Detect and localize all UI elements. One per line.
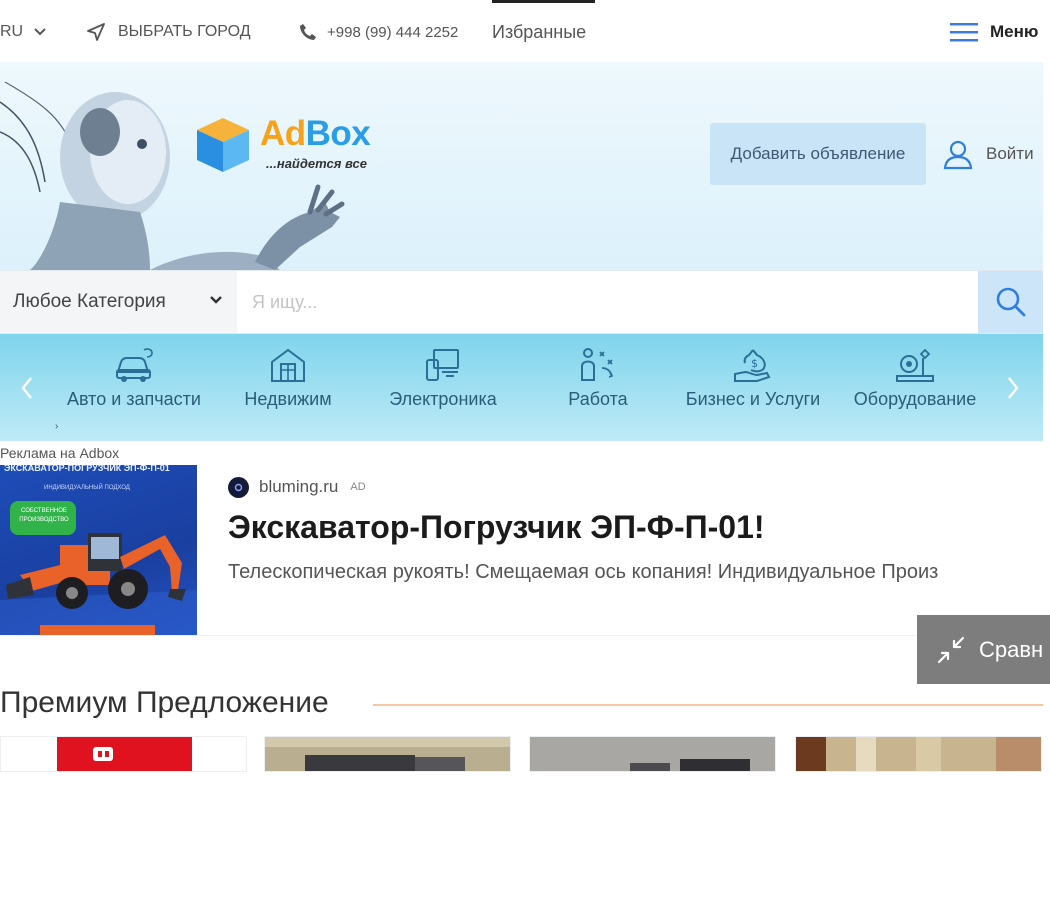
- excavator-illustration: [0, 533, 197, 635]
- ad-tag: AD: [350, 481, 366, 493]
- premium-card[interactable]: [264, 736, 511, 772]
- chevron-right-icon: [1008, 377, 1019, 399]
- category-label: Работа: [568, 389, 628, 409]
- premium-section-title: Премиум Предложение: [0, 686, 329, 719]
- hero-banner: AdBox ...найдется все Добавить объявлени…: [0, 62, 1043, 270]
- language-label: RU: [0, 23, 24, 40]
- phone-icon: [300, 24, 316, 40]
- ad-block[interactable]: ЭКСКАВАТОР-ПОГРУЗЧИК ЭП-Ф-П-01 ИНДИВИДУА…: [0, 465, 1050, 636]
- ad-description: Телескопическая рукоять! Смещаемая ось к…: [228, 561, 939, 583]
- premium-card[interactable]: [795, 736, 1042, 772]
- language-selector[interactable]: RU: [0, 20, 47, 44]
- category-electronics[interactable]: Электроника: [368, 346, 518, 411]
- category-business[interactable]: $ Бизнес и Услуги: [678, 346, 828, 411]
- ad-site[interactable]: bluming.ru AD: [228, 476, 366, 498]
- devices-icon: [426, 349, 459, 381]
- compare-button[interactable]: Сравн: [917, 615, 1050, 684]
- category-label: Недвижим: [244, 389, 332, 409]
- chevron-down-icon: [210, 296, 222, 304]
- ad-site-name: bluming.ru: [259, 477, 339, 496]
- premium-card[interactable]: [529, 736, 776, 772]
- logo-cube-icon: [197, 118, 249, 172]
- carousel-marker: ›: [55, 421, 59, 432]
- favorites-label: Избранные: [492, 21, 587, 42]
- favorites-link[interactable]: Избранные: [492, 20, 586, 44]
- svg-text:$: $: [751, 357, 758, 370]
- category-select[interactable]: Любое Категория: [0, 271, 237, 333]
- city-selector[interactable]: ВЫБРАТЬ ГОРОД: [86, 20, 251, 44]
- car-icon: [116, 348, 153, 382]
- card-thumbnail: [1, 737, 246, 771]
- work-icon: [581, 348, 614, 381]
- login-label: Войти: [986, 144, 1034, 163]
- ad-title[interactable]: Экскаватор-Погрузчик ЭП-Ф-П-01!: [228, 509, 765, 546]
- premium-card[interactable]: [0, 736, 247, 772]
- compare-label: Сравн: [979, 636, 1044, 662]
- menu-button[interactable]: Меню: [950, 20, 1038, 44]
- category-auto[interactable]: Авто и запчасти: [59, 346, 209, 411]
- user-icon: [943, 140, 973, 170]
- category-label: Электроника: [389, 389, 497, 409]
- ad-image[interactable]: ЭКСКАВАТОР-ПОГРУЗЧИК ЭП-Ф-П-01 ИНДИВИДУА…: [0, 465, 197, 635]
- category-label: Авто и запчасти: [67, 389, 201, 409]
- search-button[interactable]: [978, 271, 1043, 333]
- money-bag-icon: $: [734, 349, 771, 382]
- ad-label: Реклама на Adbox: [0, 445, 120, 461]
- login-link[interactable]: Войти: [942, 138, 1034, 170]
- search-input[interactable]: [238, 271, 978, 333]
- card-thumbnail: [265, 737, 510, 771]
- logo-tagline: ...найдется все: [266, 156, 367, 171]
- phone-link[interactable]: +998 (99) 444 2252: [299, 20, 458, 44]
- equipment-icon: [896, 348, 934, 382]
- carousel-prev-button[interactable]: [16, 374, 38, 402]
- chevron-left-icon: [21, 377, 32, 399]
- search-bar: Любое Категория: [0, 270, 1043, 334]
- category-label: Оборудование: [853, 389, 977, 409]
- logo[interactable]: AdBox: [260, 114, 371, 154]
- card-thumbnail: [530, 737, 775, 771]
- category-select-value: Любое Категория: [13, 291, 166, 312]
- category-equipment[interactable]: Оборудование: [840, 346, 990, 411]
- search-icon: [996, 287, 1025, 317]
- phone-number: +998 (99) 444 2252: [327, 23, 459, 41]
- favorites-indicator: [492, 0, 595, 3]
- house-icon: [271, 348, 305, 382]
- premium-cards: [0, 736, 1043, 772]
- category-carousel: Авто и запчасти Недвижим Электроника Раб…: [0, 334, 1043, 441]
- compare-arrows-icon: [937, 636, 965, 663]
- category-real-estate[interactable]: Недвижим: [213, 346, 363, 411]
- site-favicon-icon: [228, 476, 249, 498]
- chevron-down-icon: [34, 28, 46, 36]
- logo-box: Box: [305, 114, 371, 153]
- category-work[interactable]: Работа: [523, 346, 673, 411]
- city-label: ВЫБРАТЬ ГОРОД: [118, 23, 251, 40]
- logo-ad: Ad: [260, 114, 306, 153]
- add-ad-button[interactable]: Добавить объявление: [710, 123, 926, 185]
- premium-divider: [373, 704, 1043, 706]
- card-thumbnail: [796, 737, 1041, 771]
- category-label: Бизнес и Услуги: [685, 389, 821, 409]
- hamburger-icon: [950, 23, 978, 42]
- menu-label: Меню: [990, 22, 1039, 41]
- top-bar: RU ВЫБРАТЬ ГОРОД +998 (99) 444 2252 Избр…: [0, 0, 1050, 62]
- carousel-next-button[interactable]: [1002, 374, 1024, 402]
- location-arrow-icon: [87, 23, 105, 41]
